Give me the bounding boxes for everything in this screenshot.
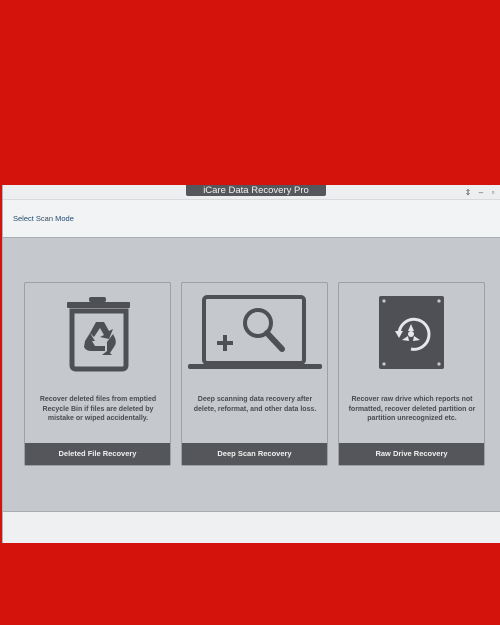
raw-drive-recovery-description: Recover raw drive which reports not form… (348, 396, 476, 422)
header-band: Select Scan Mode (3, 200, 500, 238)
raw-drive-recovery-button[interactable]: Raw Drive Recovery (339, 443, 484, 465)
deleted-file-recovery-description: Recover deleted files from emptied Recyc… (39, 396, 157, 422)
raw-drive-recovery-card[interactable]: Recover raw drive which reports not form… (338, 282, 485, 466)
select-scan-mode-label: Select Scan Mode (13, 214, 74, 223)
minimize-window-button[interactable]: – (476, 188, 486, 197)
restore-window-button[interactable]: ⇕ (463, 188, 473, 197)
deep-scan-recovery-description: Deep scanning data recovery after delete… (193, 396, 317, 413)
deleted-file-recovery-card[interactable]: Recover deleted files from emptied Recyc… (24, 282, 171, 466)
deleted-file-recovery-button[interactable]: Deleted File Recovery (25, 443, 170, 465)
laptop-search-icon (188, 295, 322, 369)
app-window: iCare Data Recovery Pro ⇕ – ▫ Select Sca… (2, 185, 500, 543)
deep-scan-recovery-button[interactable]: Deep Scan Recovery (182, 443, 327, 465)
recycle-bin-icon (67, 297, 130, 372)
hard-drive-icon (379, 296, 444, 369)
close-window-button[interactable]: ▫ (488, 188, 498, 197)
window-title: iCare Data Recovery Pro (186, 185, 326, 196)
deep-scan-recovery-card[interactable]: Deep scanning data recovery after delete… (181, 282, 328, 466)
title-bar[interactable]: iCare Data Recovery Pro ⇕ – ▫ (3, 185, 500, 200)
footer-band (3, 511, 500, 543)
